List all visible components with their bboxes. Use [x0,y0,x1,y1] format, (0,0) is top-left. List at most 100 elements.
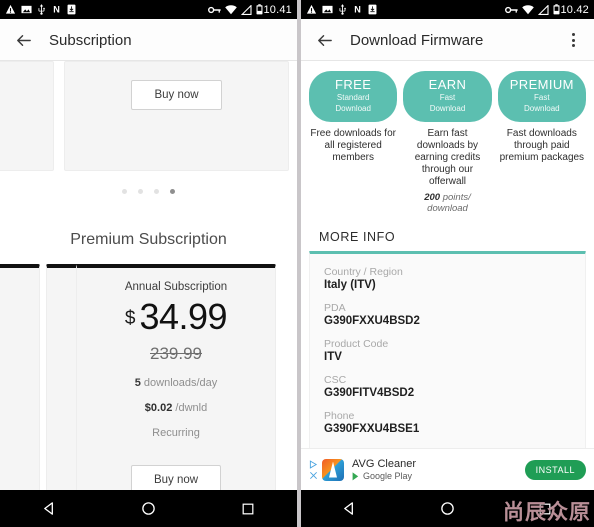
back-arrow-icon [317,34,332,46]
premium-plan-carousel[interactable]: Annual Subscription $ 34.99 239.99 5 dow… [0,264,297,509]
recents-square-icon [242,503,253,514]
download-icon [67,4,76,15]
plan-card-visible[interactable]: Buy now [64,61,289,171]
left-app-bar: Subscription [0,19,297,61]
usb-icon [38,4,45,15]
watermark: 尚辰众原 [503,500,591,524]
status-bar-right-icons [208,4,263,15]
right-page-title: Download Firmware [350,31,484,49]
avg-app-icon [322,458,344,481]
badge-description: Earn fast downloads by earning credits t… [414,128,481,187]
status-bar-right-icons [505,4,560,15]
info-row-country: Country / Region Italy (ITV) [324,266,571,291]
right-status-bar: N 10.42 [301,0,594,19]
status-bar-left-icons: N [306,4,377,15]
ad-app-title: AVG Cleaner [352,458,416,470]
right-phone-screen: N 10.42 Download Firmware FREE Standard … [301,0,594,527]
info-row-phone: Phone G390FXXU4BSE1 [324,410,571,435]
carousel-dot[interactable] [154,189,159,194]
install-button[interactable]: INSTALL [524,459,586,480]
info-label: Product Code [324,338,389,350]
battery-icon [256,4,263,15]
download-icon [368,4,377,15]
badge-free[interactable]: FREE Standard Download Free downloads fo… [309,71,398,214]
wifi-icon [522,4,535,14]
subscription-content: Buy now Premium Subscription Annual Subs… [0,61,297,527]
premium-card-partial-left[interactable] [0,264,40,499]
badge-pill: EARN Fast Download [403,71,492,122]
badge-pill: FREE Standard Download [309,71,398,122]
recurring-label: Recurring [152,427,200,439]
adchoices-icon[interactable] [309,459,318,480]
close-icon[interactable] [309,471,318,480]
premium-card-main[interactable]: Annual Subscription $ 34.99 239.99 5 dow… [76,264,276,499]
top-plan-carousel[interactable]: Buy now [0,61,297,183]
carousel-dot-active[interactable] [170,189,175,194]
downloads-label: downloads/day [143,377,218,389]
price-per-download: $0.02 /dwnld [77,402,275,414]
left-page-title: Subscription [49,31,132,49]
usb-icon [339,4,346,15]
svg-text:N: N [354,5,361,15]
battery-icon [553,4,560,15]
plan-name: Annual Subscription [124,281,228,293]
top-card-buy-now-button[interactable]: Buy now [131,80,222,110]
badge-subtitle-line1: Standard [336,93,370,102]
nav-recents-button[interactable] [228,490,268,527]
per-download-label: /dwnld [175,402,208,414]
signal-icon [241,4,253,15]
nfc-icon: N [354,5,361,15]
right-back-button[interactable] [311,27,337,53]
badge-subtitle-line2: Download [524,104,560,113]
info-row-product-code: Product Code ITV [324,338,571,363]
nav-back-button[interactable] [30,490,70,527]
firmware-content: FREE Standard Download Free downloads fo… [301,61,594,487]
nav-home-button[interactable] [427,490,467,527]
home-circle-icon [441,502,454,515]
adchoices-triangle-icon [309,459,318,469]
downloads-per-day: 5 downloads/day [77,377,275,389]
info-value: G390FITV4BSD2 [324,387,415,399]
nav-home-button[interactable] [129,490,169,527]
google-play-icon [352,471,359,480]
ad-text-block: AVG Cleaner Google Play [352,458,416,481]
back-triangle-icon [44,502,53,515]
plan-badges-row: FREE Standard Download Free downloads fo… [309,71,586,214]
overflow-menu-icon[interactable] [562,27,584,53]
info-label: Country / Region [324,266,403,278]
carousel-dot[interactable] [138,189,143,194]
back-arrow-icon [16,34,31,46]
more-info-heading: MORE INFO [319,230,396,244]
info-label: Phone [324,410,355,422]
info-value: Italy (ITV) [324,279,376,291]
price-original-strikethrough: 239.99 [150,344,202,363]
left-back-button[interactable] [10,27,36,53]
info-value: G390FXXU4BSD2 [324,315,420,327]
plan-card-partial-left[interactable] [0,61,54,171]
left-phone-screen: N 10.41 Subscription Buy now Premium Sub… [0,0,297,527]
badge-points-value: 200 [424,192,441,203]
ad-store-row: Google Play [352,471,416,481]
dual-screenshot-container: N 10.41 Subscription Buy now Premium Sub… [0,0,594,527]
svg-text:N: N [53,5,60,15]
badge-subtitle-line1: Fast [439,93,456,102]
vpn-key-icon [208,6,222,13]
left-status-bar: N 10.41 [0,0,297,19]
vpn-key-icon [505,6,519,13]
signal-icon [538,4,550,15]
ad-store-name: Google Play [363,471,413,481]
wifi-icon [225,4,238,14]
image-icon [21,5,32,14]
top-carousel-dots [0,189,297,194]
nav-back-button[interactable] [330,490,370,527]
badge-pill: PREMIUM Fast Download [497,71,586,122]
badge-earn[interactable]: EARN Fast Download Earn fast downloads b… [403,71,492,214]
home-circle-icon [142,502,155,515]
info-row-pda: PDA G390FXXU4BSD2 [324,302,571,327]
carousel-dot[interactable] [122,189,127,194]
nfc-icon: N [53,5,60,15]
ad-banner[interactable]: AVG Cleaner Google Play INSTALL [301,448,594,490]
left-android-nav-bar [0,490,297,527]
badge-premium[interactable]: PREMIUM Fast Download Fast downloads thr… [497,71,586,214]
info-value: ITV [324,351,342,363]
